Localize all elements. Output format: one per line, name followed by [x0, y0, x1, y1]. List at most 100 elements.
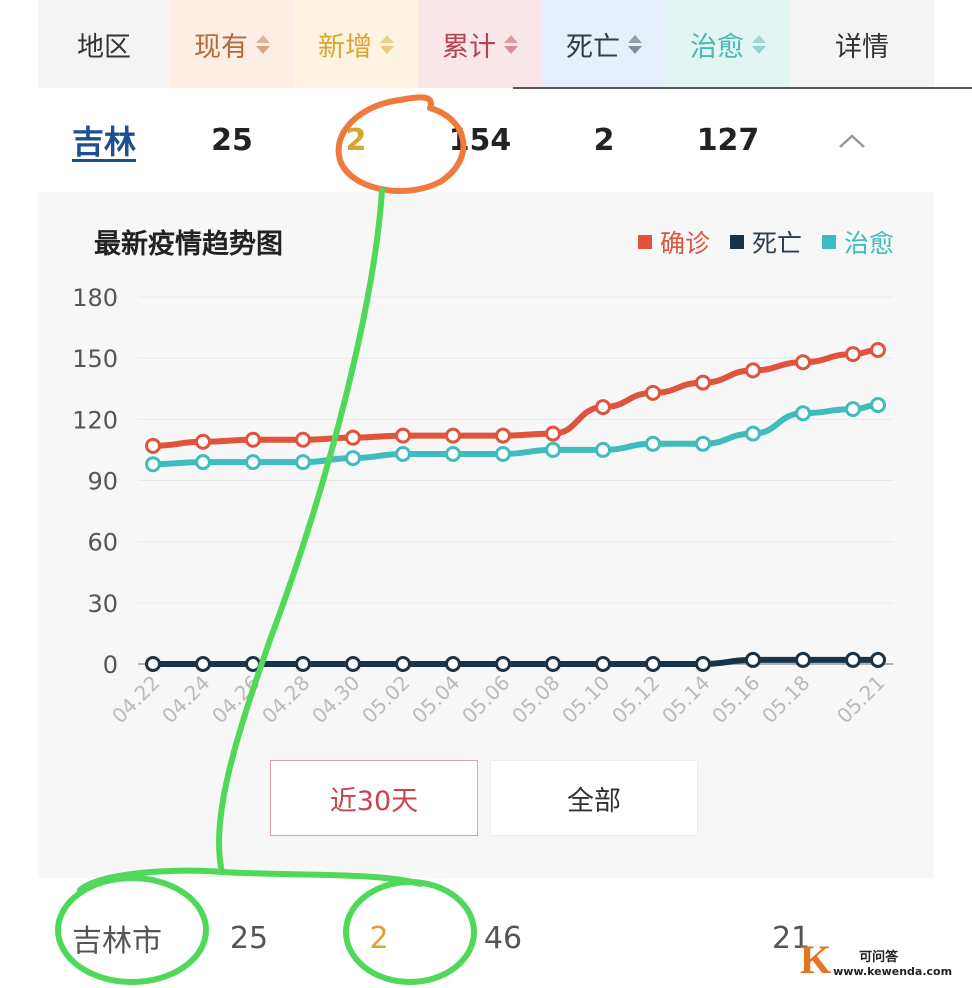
x-tick-label: 05.08 — [507, 671, 564, 728]
range-all-button[interactable]: 全部 — [490, 760, 698, 836]
data-point — [195, 433, 211, 450]
legend-item[interactable]: 治愈 — [821, 224, 894, 260]
data-point — [395, 656, 411, 672]
data-point — [295, 656, 311, 672]
data-point — [145, 456, 161, 473]
data-point — [145, 437, 161, 454]
data-point — [445, 427, 461, 444]
y-tick-label: 120 — [72, 406, 118, 434]
data-point — [645, 435, 661, 452]
data-point — [245, 656, 261, 672]
header-label: 治愈 — [690, 31, 744, 63]
new-value: 2 — [345, 122, 367, 158]
line-chart: 0 30 60 90 120 150 180 04.2204.2404.2604.2804.3… — [72, 284, 893, 728]
table-header: 地区 现有 新增 累计 死亡 治愈 详情 — [38, 0, 934, 88]
data-point — [545, 425, 561, 442]
sort-icon[interactable] — [380, 34, 394, 54]
x-tick-label: 04.22 — [107, 671, 164, 728]
dead-value: 2 — [593, 122, 615, 158]
data-point — [845, 401, 861, 418]
watermark-name: 可问答 — [859, 950, 899, 965]
province-row[interactable]: 吉林 25 2 154 2 127 — [38, 92, 934, 188]
range-selector: 近30天 全部 — [270, 760, 698, 836]
header-col-3[interactable]: 累计 — [418, 0, 542, 88]
legend-label: 死亡 — [751, 229, 802, 258]
data-point — [445, 656, 461, 672]
x-tick-label: 05.10 — [557, 671, 614, 728]
watermark-logo: K — [800, 937, 832, 982]
y-tick-label: 0 — [103, 651, 118, 679]
data-point — [870, 651, 886, 668]
y-tick-label: 30 — [87, 590, 118, 618]
header-col-1[interactable]: 现有 — [170, 0, 294, 88]
data-point — [545, 441, 561, 458]
legend-label: 治愈 — [843, 229, 894, 258]
data-point — [795, 354, 811, 371]
header-label: 详情 — [835, 31, 889, 63]
total-value: 154 — [448, 122, 512, 158]
data-point — [695, 435, 711, 452]
data-point — [745, 425, 761, 442]
y-tick-label: 180 — [72, 284, 118, 312]
data-point — [495, 445, 511, 462]
data-point — [345, 450, 361, 467]
header-col-4[interactable]: 死亡 — [542, 0, 666, 88]
data-point — [545, 656, 561, 672]
data-point — [870, 397, 886, 414]
data-point — [745, 362, 761, 379]
city-new-value: 2 — [369, 920, 389, 956]
x-tick-label: 04.30 — [307, 671, 364, 728]
legend-item[interactable]: 死亡 — [729, 224, 802, 260]
x-tick-label: 05.06 — [457, 671, 514, 728]
data-point — [145, 656, 161, 672]
legend-swatch — [637, 235, 652, 249]
sort-icon[interactable] — [256, 34, 270, 54]
chevron-up-icon — [839, 133, 865, 148]
data-point — [745, 651, 761, 668]
watermark-url: www.kewenda.com — [833, 965, 953, 978]
x-tick-label: 05.12 — [607, 671, 664, 728]
header-col-5[interactable]: 治愈 — [666, 0, 790, 88]
chart-title: 最新疫情趋势图 — [94, 229, 283, 260]
sort-icon[interactable] — [752, 34, 766, 54]
x-tick-label: 05.21 — [832, 671, 889, 728]
existing-value: 25 — [211, 122, 253, 158]
legend-label: 确诊 — [659, 229, 710, 258]
trend-chart-panel: 最新疫情趋势图 确诊 死亡 治愈 0 30 60 90 120 150 180 04.22 04.2… — [38, 192, 934, 878]
header-label: 地区 — [77, 31, 131, 63]
data-point — [495, 656, 511, 672]
x-tick-label: 04.28 — [257, 671, 314, 728]
sort-icon[interactable] — [628, 34, 642, 54]
data-point — [695, 656, 711, 672]
x-tick-label: 05.16 — [707, 671, 764, 728]
data-point — [245, 454, 261, 471]
city-name[interactable]: 吉林市 — [38, 916, 194, 960]
chart-legend: 确诊 死亡 治愈 — [637, 224, 894, 260]
header-col-2[interactable]: 新增 — [294, 0, 418, 88]
data-point — [870, 342, 886, 359]
data-point — [645, 384, 661, 401]
data-point — [195, 454, 211, 471]
data-point — [295, 454, 311, 471]
legend-swatch — [821, 235, 836, 249]
legend-item[interactable]: 确诊 — [637, 224, 710, 260]
region-cell[interactable]: 吉林 — [38, 117, 170, 163]
city-total-value: 46 — [483, 920, 523, 956]
data-point — [395, 427, 411, 444]
header-label: 新增 — [318, 31, 372, 63]
y-tick-label: 60 — [87, 529, 118, 557]
data-point — [595, 656, 611, 672]
region-link[interactable]: 吉林 — [72, 123, 136, 161]
header-label: 现有 — [194, 31, 248, 63]
city-existing-value: 25 — [229, 920, 269, 956]
data-point — [195, 656, 211, 672]
data-point — [795, 405, 811, 422]
range-30-days-button[interactable]: 近30天 — [270, 760, 478, 836]
header-col-0: 地区 — [38, 0, 170, 88]
sort-icon[interactable] — [504, 34, 518, 54]
x-tick-label: 04.26 — [207, 671, 264, 728]
collapse-button[interactable] — [790, 123, 914, 158]
header-col-6: 详情 — [790, 0, 934, 88]
x-tick-label: 05.14 — [657, 671, 714, 728]
data-point — [345, 656, 361, 672]
